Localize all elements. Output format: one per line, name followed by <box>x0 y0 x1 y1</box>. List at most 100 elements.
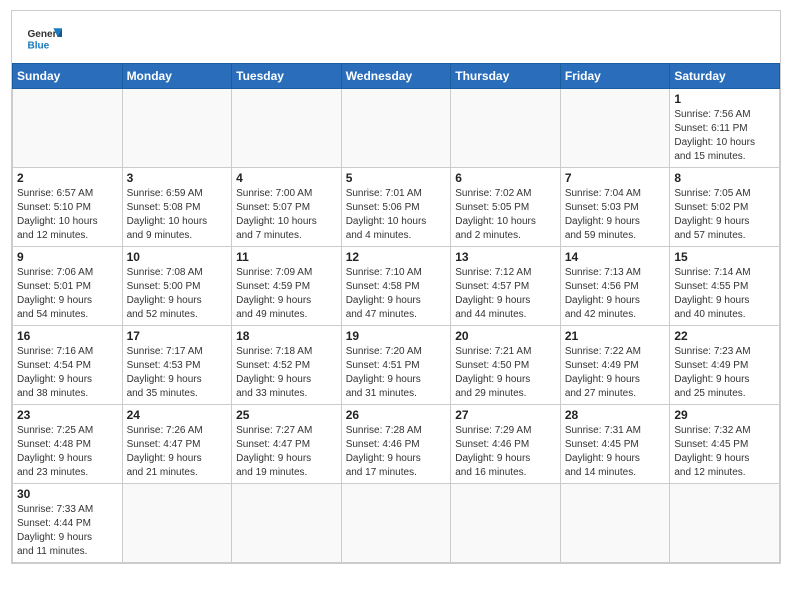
day-info: Sunrise: 7:10 AM Sunset: 4:58 PM Dayligh… <box>346 266 447 322</box>
calendar-day-cell <box>560 484 670 563</box>
day-number: 6 <box>455 171 556 185</box>
calendar-day-cell: 15Sunrise: 7:14 AM Sunset: 4:55 PM Dayli… <box>670 247 780 326</box>
calendar-day-cell: 27Sunrise: 7:29 AM Sunset: 4:46 PM Dayli… <box>451 405 561 484</box>
calendar-day-cell <box>670 484 780 563</box>
day-info: Sunrise: 7:02 AM Sunset: 5:05 PM Dayligh… <box>455 187 556 243</box>
day-info: Sunrise: 7:06 AM Sunset: 5:01 PM Dayligh… <box>17 266 118 322</box>
day-info: Sunrise: 7:23 AM Sunset: 4:49 PM Dayligh… <box>674 345 775 401</box>
day-number: 2 <box>17 171 118 185</box>
day-number: 23 <box>17 408 118 422</box>
day-number: 22 <box>674 329 775 343</box>
calendar-day-cell <box>122 89 232 168</box>
day-info: Sunrise: 7:26 AM Sunset: 4:47 PM Dayligh… <box>127 424 228 480</box>
day-number: 3 <box>127 171 228 185</box>
page-wrapper: General Blue SundayMondayTuesdayWednesda… <box>11 10 781 564</box>
calendar-day-cell: 9 Sunrise: 7:06 AM Sunset: 5:01 PM Daylig… <box>13 247 123 326</box>
day-info: Sunrise: 7:20 AM Sunset: 4:51 PM Dayligh… <box>346 345 447 401</box>
logo: General Blue <box>26 21 62 57</box>
svg-text:Blue: Blue <box>27 40 49 51</box>
calendar-day-cell: 20Sunrise: 7:21 AM Sunset: 4:50 PM Dayli… <box>451 326 561 405</box>
calendar-day-cell: 10 Sunrise: 7:08 AM Sunset: 5:00 PM Dayli… <box>122 247 232 326</box>
day-of-week-header: Tuesday <box>232 64 342 89</box>
day-info: Sunrise: 7:08 AM Sunset: 5:00 PM Dayligh… <box>127 266 228 322</box>
days-of-week-row: SundayMondayTuesdayWednesdayThursdayFrid… <box>13 64 780 89</box>
calendar-day-cell: 18 Sunrise: 7:18 AM Sunset: 4:52 PM Dayli… <box>232 326 342 405</box>
day-info: Sunrise: 7:28 AM Sunset: 4:46 PM Dayligh… <box>346 424 447 480</box>
calendar-day-cell: 6 Sunrise: 7:02 AM Sunset: 5:05 PM Daylig… <box>451 168 561 247</box>
day-info: Sunrise: 7:05 AM Sunset: 5:02 PM Dayligh… <box>674 187 775 243</box>
day-number: 9 <box>17 250 118 264</box>
calendar-day-cell <box>13 89 123 168</box>
calendar-day-cell: 16 Sunrise: 7:16 AM Sunset: 4:54 PM Dayli… <box>13 326 123 405</box>
calendar-day-cell: 23 Sunrise: 7:25 AM Sunset: 4:48 PM Dayli… <box>13 405 123 484</box>
day-number: 29 <box>674 408 775 422</box>
calendar-day-cell: 29 Sunrise: 7:32 AM Sunset: 4:45 PM Dayli… <box>670 405 780 484</box>
day-number: 25 <box>236 408 337 422</box>
day-number: 27 <box>455 408 556 422</box>
day-number: 10 <box>127 250 228 264</box>
day-number: 30 <box>17 487 118 501</box>
day-number: 16 <box>17 329 118 343</box>
calendar-day-cell <box>122 484 232 563</box>
calendar: SundayMondayTuesdayWednesdayThursdayFrid… <box>12 63 780 563</box>
calendar-day-cell: 21Sunrise: 7:22 AM Sunset: 4:49 PM Dayli… <box>560 326 670 405</box>
header: General Blue <box>12 11 780 63</box>
day-of-week-header: Wednesday <box>341 64 451 89</box>
day-info: Sunrise: 7:04 AM Sunset: 5:03 PM Dayligh… <box>565 187 666 243</box>
calendar-day-cell: 4 Sunrise: 7:00 AM Sunset: 5:07 PM Daylig… <box>232 168 342 247</box>
calendar-day-cell: 12 Sunrise: 7:10 AM Sunset: 4:58 PM Dayli… <box>341 247 451 326</box>
logo-icon: General Blue <box>26 21 62 57</box>
day-number: 7 <box>565 171 666 185</box>
calendar-day-cell: 1 Sunrise: 7:56 AM Sunset: 6:11 PM Daylig… <box>670 89 780 168</box>
calendar-day-cell: 30Sunrise: 7:33 AM Sunset: 4:44 PM Dayli… <box>13 484 123 563</box>
calendar-day-cell: 19 Sunrise: 7:20 AM Sunset: 4:51 PM Dayli… <box>341 326 451 405</box>
day-info: Sunrise: 7:56 AM Sunset: 6:11 PM Dayligh… <box>674 108 775 164</box>
day-info: Sunrise: 7:18 AM Sunset: 4:52 PM Dayligh… <box>236 345 337 401</box>
calendar-day-cell <box>232 89 342 168</box>
day-number: 8 <box>674 171 775 185</box>
day-number: 24 <box>127 408 228 422</box>
calendar-day-cell: 25 Sunrise: 7:27 AM Sunset: 4:47 PM Dayli… <box>232 405 342 484</box>
calendar-week-row: 30Sunrise: 7:33 AM Sunset: 4:44 PM Dayli… <box>13 484 780 563</box>
day-number: 4 <box>236 171 337 185</box>
day-info: Sunrise: 7:17 AM Sunset: 4:53 PM Dayligh… <box>127 345 228 401</box>
day-number: 15 <box>674 250 775 264</box>
calendar-day-cell <box>341 89 451 168</box>
day-number: 26 <box>346 408 447 422</box>
calendar-day-cell <box>341 484 451 563</box>
day-info: Sunrise: 7:21 AM Sunset: 4:50 PM Dayligh… <box>455 345 556 401</box>
day-number: 17 <box>127 329 228 343</box>
day-info: Sunrise: 6:57 AM Sunset: 5:10 PM Dayligh… <box>17 187 118 243</box>
calendar-day-cell: 14 Sunrise: 7:13 AM Sunset: 4:56 PM Dayli… <box>560 247 670 326</box>
calendar-week-row: 9 Sunrise: 7:06 AM Sunset: 5:01 PM Daylig… <box>13 247 780 326</box>
calendar-day-cell: 22 Sunrise: 7:23 AM Sunset: 4:49 PM Dayli… <box>670 326 780 405</box>
day-of-week-header: Friday <box>560 64 670 89</box>
day-info: Sunrise: 7:13 AM Sunset: 4:56 PM Dayligh… <box>565 266 666 322</box>
day-number: 12 <box>346 250 447 264</box>
day-info: Sunrise: 7:25 AM Sunset: 4:48 PM Dayligh… <box>17 424 118 480</box>
calendar-day-cell <box>451 89 561 168</box>
day-info: Sunrise: 7:27 AM Sunset: 4:47 PM Dayligh… <box>236 424 337 480</box>
day-info: Sunrise: 7:32 AM Sunset: 4:45 PM Dayligh… <box>674 424 775 480</box>
day-of-week-header: Monday <box>122 64 232 89</box>
day-number: 5 <box>346 171 447 185</box>
day-info: Sunrise: 7:12 AM Sunset: 4:57 PM Dayligh… <box>455 266 556 322</box>
day-number: 28 <box>565 408 666 422</box>
day-number: 19 <box>346 329 447 343</box>
day-number: 1 <box>674 92 775 106</box>
calendar-body: 1 Sunrise: 7:56 AM Sunset: 6:11 PM Daylig… <box>13 89 780 563</box>
day-info: Sunrise: 7:16 AM Sunset: 4:54 PM Dayligh… <box>17 345 118 401</box>
calendar-day-cell: 11Sunrise: 7:09 AM Sunset: 4:59 PM Dayli… <box>232 247 342 326</box>
calendar-day-cell: 26 Sunrise: 7:28 AM Sunset: 4:46 PM Dayli… <box>341 405 451 484</box>
day-info: Sunrise: 7:09 AM Sunset: 4:59 PM Dayligh… <box>236 266 337 322</box>
calendar-day-cell <box>451 484 561 563</box>
calendar-day-cell <box>232 484 342 563</box>
calendar-day-cell: 17 Sunrise: 7:17 AM Sunset: 4:53 PM Dayli… <box>122 326 232 405</box>
day-number: 18 <box>236 329 337 343</box>
calendar-week-row: 2 Sunrise: 6:57 AM Sunset: 5:10 PM Daylig… <box>13 168 780 247</box>
day-info: Sunrise: 6:59 AM Sunset: 5:08 PM Dayligh… <box>127 187 228 243</box>
calendar-day-cell: 3 Sunrise: 6:59 AM Sunset: 5:08 PM Daylig… <box>122 168 232 247</box>
day-number: 14 <box>565 250 666 264</box>
day-info: Sunrise: 7:00 AM Sunset: 5:07 PM Dayligh… <box>236 187 337 243</box>
calendar-day-cell: 2 Sunrise: 6:57 AM Sunset: 5:10 PM Daylig… <box>13 168 123 247</box>
